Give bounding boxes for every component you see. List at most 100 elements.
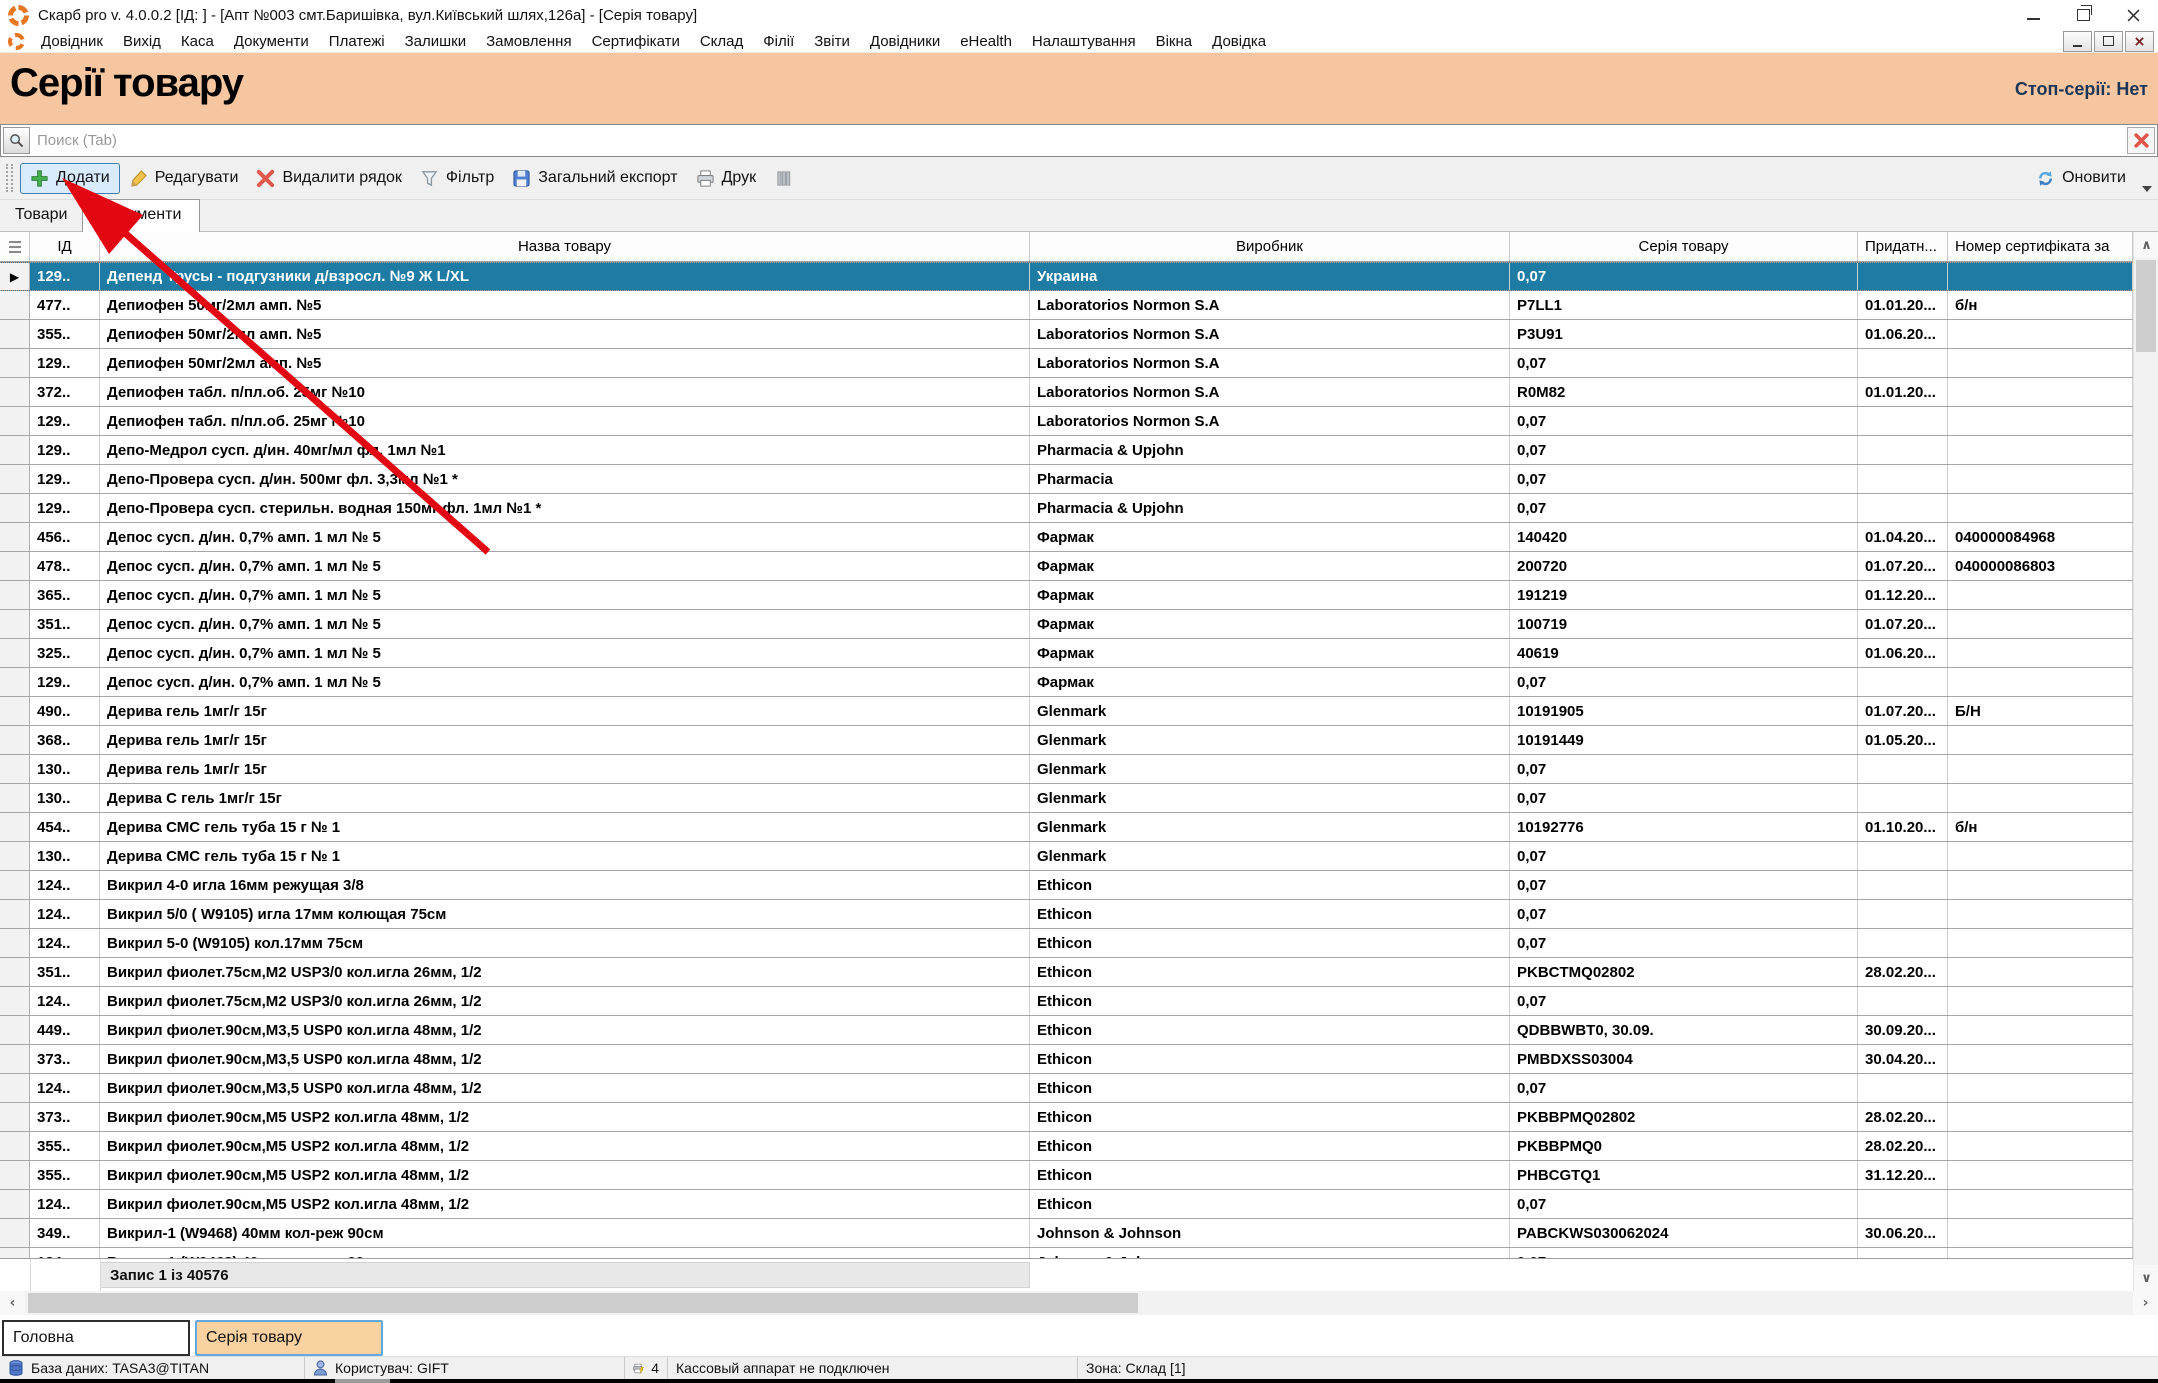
column-header-manufacturer[interactable]: Виробник bbox=[1030, 232, 1510, 261]
close-button[interactable] bbox=[2108, 0, 2158, 30]
menu-dovidka[interactable]: Довідка bbox=[1202, 33, 1276, 50]
table-row[interactable]: 124..Викрил-1 (W9468) 40мм кол-реж 90смJ… bbox=[0, 1248, 2133, 1258]
mdi-restore-button[interactable] bbox=[2094, 31, 2123, 52]
table-row[interactable]: 129..Депо-Медрол сусп. д/ин. 40мг/мл фл.… bbox=[0, 436, 2133, 465]
menu-zamovlennia[interactable]: Замовлення bbox=[476, 33, 581, 50]
table-row[interactable]: 124..Викрил фиолет.75см,М2 USP3/0 кол.иг… bbox=[0, 987, 2133, 1016]
vertical-scrollbar[interactable]: ∧ ∨ bbox=[2133, 232, 2158, 1291]
table-row[interactable]: 355..Депиофен 50мг/2мл амп. №5Laboratori… bbox=[0, 320, 2133, 349]
table-row[interactable]: 456..Депос сусп. д/ин. 0,7% амп. 1 мл № … bbox=[0, 523, 2133, 552]
menu-vikna[interactable]: Вікна bbox=[1146, 33, 1203, 50]
table-row[interactable]: 129..Депиофен 50мг/2мл амп. №5Laboratori… bbox=[0, 349, 2133, 378]
menu-nalashtuvannia[interactable]: Налаштування bbox=[1022, 33, 1146, 50]
menu-kasa[interactable]: Каса bbox=[171, 33, 224, 50]
restore-button[interactable] bbox=[2058, 0, 2108, 30]
window-tab-holovna[interactable]: Головна bbox=[2, 1320, 190, 1356]
table-row[interactable]: 355..Викрил фиолет.90см,М5 USP2 кол.игла… bbox=[0, 1161, 2133, 1190]
cell-valid: 01.01.20... bbox=[1858, 291, 1948, 319]
table-row[interactable]: 130..Дерива СМС гель туба 15 г № 1Glenma… bbox=[0, 842, 2133, 871]
search-input[interactable] bbox=[30, 131, 2127, 150]
table-row[interactable]: 351..Викрил фиолет.75см,М2 USP3/0 кол.иг… bbox=[0, 958, 2133, 987]
cell-marker bbox=[0, 813, 30, 841]
table-row[interactable]: 130..Дерива С гель 1мг/г 15гGlenmark0,07 bbox=[0, 784, 2133, 813]
table-row[interactable]: 130..Дерива гель 1мг/г 15гGlenmark0,07 bbox=[0, 755, 2133, 784]
toolbar-grip-handle[interactable] bbox=[6, 164, 13, 192]
table-row[interactable]: 129..Депо-Провера сусп. стерильн. водная… bbox=[0, 494, 2133, 523]
minimize-button[interactable] bbox=[2008, 0, 2058, 30]
cell-name: Викрил 4-0 игла 16мм режущая 3/8 bbox=[100, 871, 1030, 899]
column-header-series[interactable]: Серія товару bbox=[1510, 232, 1858, 261]
window-tab-seriya-tovaru[interactable]: Серія товару bbox=[195, 1320, 383, 1356]
table-row[interactable]: 351..Депос сусп. д/ин. 0,7% амп. 1 мл № … bbox=[0, 610, 2133, 639]
filter-button[interactable]: Фільтр bbox=[411, 164, 503, 193]
add-button[interactable]: Додати bbox=[20, 163, 120, 194]
scroll-right-button[interactable]: › bbox=[2133, 1291, 2158, 1315]
table-row[interactable]: 373..Викрил фиолет.90см,М3,5 USP0 кол.иг… bbox=[0, 1045, 2133, 1074]
cell-valid: 01.06.20... bbox=[1858, 320, 1948, 348]
print-button[interactable]: Друк bbox=[687, 164, 766, 193]
status-printer-count-value: 4 bbox=[651, 1360, 659, 1376]
delete-row-button[interactable]: Видалити рядок bbox=[247, 164, 410, 193]
table-row[interactable]: 129..Депиофен табл. п/пл.об. 25мг №10Lab… bbox=[0, 407, 2133, 436]
table-row[interactable]: 124..Викрил 5/0 ( W9105) игла 17мм колющ… bbox=[0, 900, 2133, 929]
cell-valid bbox=[1858, 494, 1948, 522]
cell-mfr: Фармак bbox=[1030, 552, 1510, 580]
table-row[interactable]: 349..Викрил-1 (W9468) 40мм кол-реж 90смJ… bbox=[0, 1219, 2133, 1248]
table-row[interactable]: 365..Депос сусп. д/ин. 0,7% амп. 1 мл № … bbox=[0, 581, 2133, 610]
table-row[interactable]: ▶129..Депенд Трусы - подгузники д/взросл… bbox=[0, 262, 2133, 291]
scroll-down-button[interactable]: ∨ bbox=[2134, 1265, 2158, 1291]
tab-dokumenty[interactable]: Документи bbox=[82, 199, 200, 232]
table-row[interactable]: 372..Депиофен табл. п/пл.об. 25мг №10Lab… bbox=[0, 378, 2133, 407]
table-row[interactable]: 124..Викрил фиолет.90см,М5 USP2 кол.игла… bbox=[0, 1190, 2133, 1219]
table-row[interactable]: 124..Викрил 5-0 (W9105) кол.17мм 75смEth… bbox=[0, 929, 2133, 958]
table-row[interactable]: 325..Депос сусп. д/ин. 0,7% амп. 1 мл № … bbox=[0, 639, 2133, 668]
table-row[interactable]: 478..Депос сусп. д/ин. 0,7% амп. 1 мл № … bbox=[0, 552, 2133, 581]
clear-search-button[interactable] bbox=[2127, 127, 2155, 154]
table-row[interactable]: 373..Викрил фиолет.90см,М5 USP2 кол.игла… bbox=[0, 1103, 2133, 1132]
menu-sertyfikaty[interactable]: Сертифікати bbox=[582, 33, 690, 50]
table-row[interactable]: 129..Депос сусп. д/ин. 0,7% амп. 1 мл № … bbox=[0, 668, 2133, 697]
table-row[interactable]: 490..Дерива гель 1мг/г 15гGlenmark101919… bbox=[0, 697, 2133, 726]
cell-valid bbox=[1858, 929, 1948, 957]
edit-button[interactable]: Редагувати bbox=[120, 164, 248, 193]
table-row[interactable]: 124..Викрил фиолет.90см,М3,5 USP0 кол.иг… bbox=[0, 1074, 2133, 1103]
menu-dovidnyky[interactable]: Довідники bbox=[860, 33, 950, 50]
refresh-button[interactable]: Оновити bbox=[2036, 169, 2142, 188]
horizontal-scrollbar[interactable]: ‹ › bbox=[0, 1291, 2158, 1315]
menu-dovidnyk[interactable]: Довідник bbox=[31, 33, 113, 50]
column-header-valid-until[interactable]: Придатн... bbox=[1858, 232, 1948, 261]
table-row[interactable]: 355..Викрил фиолет.90см,М5 USP2 кол.игла… bbox=[0, 1132, 2133, 1161]
mdi-minimize-button[interactable] bbox=[2063, 31, 2092, 52]
column-header-marker[interactable] bbox=[0, 232, 30, 261]
menu-zalyshky[interactable]: Залишки bbox=[395, 33, 477, 50]
horizontal-scroll-thumb[interactable] bbox=[28, 1293, 1138, 1313]
menu-sklad[interactable]: Склад bbox=[690, 33, 753, 50]
menu-filii[interactable]: Філії bbox=[753, 33, 804, 50]
status-user: Користувач: GIFT bbox=[305, 1357, 625, 1379]
column-header-id[interactable]: ІД bbox=[30, 232, 100, 261]
tab-tovary[interactable]: Товари bbox=[0, 201, 82, 231]
table-row[interactable]: 454..Дерива СМС гель туба 15 г № 1Glenma… bbox=[0, 813, 2133, 842]
table-row[interactable]: 124..Викрил 4-0 игла 16мм режущая 3/8Eth… bbox=[0, 871, 2133, 900]
scroll-up-button[interactable]: ∧ bbox=[2134, 232, 2158, 258]
column-header-certificate[interactable]: Номер сертифіката за bbox=[1948, 232, 2133, 261]
search-button[interactable] bbox=[3, 127, 30, 154]
menu-ehealth[interactable]: eHealth bbox=[950, 33, 1022, 50]
menu-vykhid[interactable]: Вихід bbox=[113, 33, 171, 50]
table-row[interactable]: 477..Депиофен 50мг/2мл амп. №5Laboratori… bbox=[0, 291, 2133, 320]
table-row[interactable]: 449..Викрил фиолет.90см,М3,5 USP0 кол.иг… bbox=[0, 1016, 2133, 1045]
table-row[interactable]: 368..Дерива гель 1мг/г 15гGlenmark101914… bbox=[0, 726, 2133, 755]
cell-name: Викрил фиолет.90см,М5 USP2 кол.игла 48мм… bbox=[100, 1161, 1030, 1189]
columns-button[interactable] bbox=[765, 164, 802, 193]
table-row[interactable]: 129..Депо-Провера сусп. д/ин. 500мг фл. … bbox=[0, 465, 2133, 494]
column-header-name[interactable]: Назва товару bbox=[100, 232, 1030, 261]
menu-dokumenty[interactable]: Документи bbox=[224, 33, 319, 50]
export-button[interactable]: Загальний експорт bbox=[503, 164, 686, 193]
vertical-scroll-thumb[interactable] bbox=[2136, 260, 2156, 352]
refresh-dropdown-caret-icon[interactable] bbox=[2142, 186, 2152, 192]
menu-platezhi[interactable]: Платежі bbox=[319, 33, 395, 50]
cell-marker bbox=[0, 842, 30, 870]
menu-zvity[interactable]: Звіти bbox=[804, 33, 860, 50]
mdi-close-button[interactable] bbox=[2125, 31, 2154, 52]
scroll-left-button[interactable]: ‹ bbox=[0, 1291, 25, 1315]
